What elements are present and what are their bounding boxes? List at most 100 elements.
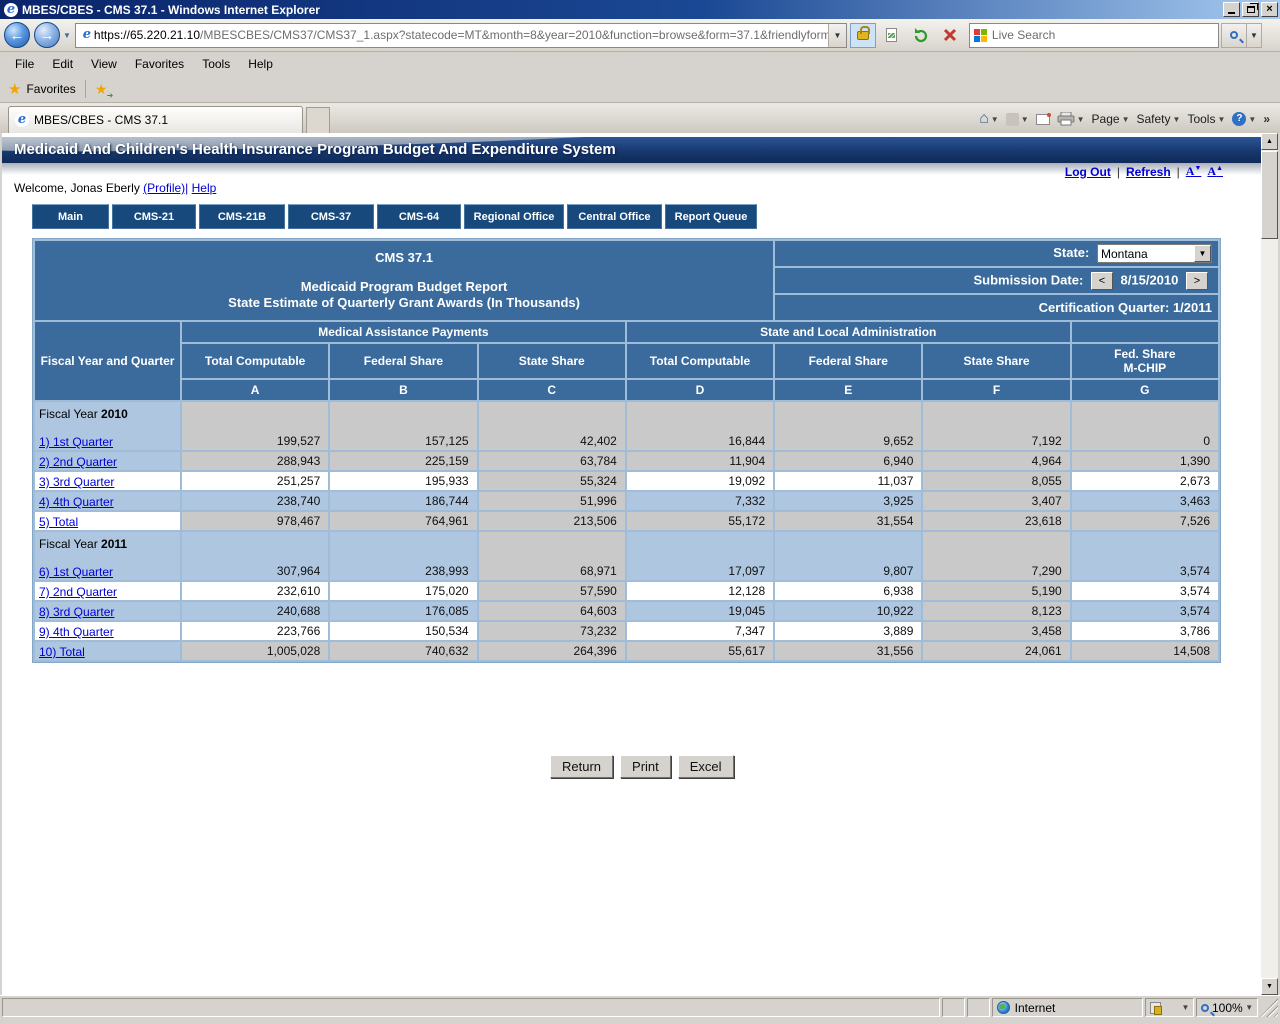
value-cell: 23,618 <box>923 512 1069 530</box>
excel-button[interactable]: Excel <box>678 755 734 778</box>
quarter-link[interactable]: 8) 3rd Quarter <box>39 605 114 619</box>
value-cell: 8,055 <box>923 472 1069 490</box>
value-cell: 55,172 <box>627 512 773 530</box>
quarter-link[interactable]: 6) 1st Quarter <box>39 565 113 579</box>
table-row: 7) 2nd Quarter232,610175,02057,59012,128… <box>35 582 1218 600</box>
help-button[interactable]: ?▼ <box>1232 112 1256 126</box>
home-button[interactable]: ⌂▼ <box>979 110 999 128</box>
page-menu-button[interactable]: Page▼ <box>1092 112 1130 126</box>
value-cell: 11,904 <box>627 452 773 470</box>
new-tab-stub[interactable] <box>306 107 330 133</box>
submission-next-button[interactable]: > <box>1186 272 1208 290</box>
scroll-up-button[interactable]: ▲ <box>1261 133 1278 150</box>
compatibility-view-button[interactable] <box>879 23 905 48</box>
quarter-link[interactable]: 9) 4th Quarter <box>39 625 114 639</box>
tab-active[interactable]: e MBES/CBES - CMS 37.1 <box>8 106 303 133</box>
welcome-text: Welcome, Jonas Eberly <box>14 181 143 195</box>
menu-tools[interactable]: Tools <box>193 54 239 74</box>
submission-prev-button[interactable]: < <box>1091 272 1113 290</box>
col-header: Federal Share <box>775 344 921 378</box>
tools-menu-button[interactable]: Tools▼ <box>1187 112 1225 126</box>
quarter-link[interactable]: 7) 2nd Quarter <box>39 585 117 599</box>
menu-edit[interactable]: Edit <box>43 54 82 74</box>
col-letter: D <box>627 380 773 400</box>
more-commands-chevron[interactable]: » <box>1263 112 1270 126</box>
forward-button[interactable]: → <box>34 22 60 48</box>
submission-date-value: 8/15/2010 <box>1121 272 1179 287</box>
quarter-link[interactable]: 2) 2nd Quarter <box>39 455 117 469</box>
search-input[interactable]: Live Search <box>969 23 1219 48</box>
tab-title: MBES/CBES - CMS 37.1 <box>34 113 168 127</box>
row-label-cell: 7) 2nd Quarter <box>35 582 180 600</box>
state-select[interactable]: Montana ▼ <box>1097 244 1212 263</box>
nav-tab-report-queue[interactable]: Report Queue <box>665 204 757 229</box>
value-cell: 57,590 <box>479 582 625 600</box>
restore-button[interactable] <box>1242 2 1259 17</box>
value-cell: 3,574 <box>1072 602 1218 620</box>
col-letter: C <box>479 380 625 400</box>
report-title-block: CMS 37.1 Medicaid Program Budget Report … <box>35 241 773 320</box>
return-button[interactable]: Return <box>550 755 613 778</box>
quarter-link[interactable]: 1) 1st Quarter <box>39 435 113 449</box>
profile-link[interactable]: (Profile)| <box>143 181 188 195</box>
value-cell: 264,396 <box>479 642 625 660</box>
print-button[interactable]: ▼ <box>1057 112 1085 126</box>
quarter-link[interactable]: 4) 4th Quarter <box>39 495 114 509</box>
close-button[interactable]: × <box>1261 2 1278 17</box>
search-options-dropdown[interactable]: ▼ <box>1247 23 1262 48</box>
welcome-line: Welcome, Jonas Eberly (Profile)| Help <box>14 181 216 195</box>
logout-link[interactable]: Log Out <box>1065 165 1111 179</box>
nav-tab-cms-64[interactable]: CMS-64 <box>377 204 461 229</box>
nav-tab-central-office[interactable]: Central Office <box>567 204 662 229</box>
resize-grip[interactable] <box>1260 998 1278 1017</box>
stop-button[interactable] <box>937 23 963 48</box>
command-bar: ⌂▼ ▼ ▼ Page▼ Safety▼ Tools▼ ?▼ » <box>979 106 1270 132</box>
nav-tab-cms-21[interactable]: CMS-21 <box>112 204 196 229</box>
favorites-button[interactable]: Favorites <box>26 82 75 96</box>
back-button[interactable]: ← <box>4 22 30 48</box>
chevron-down-icon[interactable]: ▼ <box>1194 245 1211 262</box>
protected-mode-control[interactable]: ▼ <box>1145 998 1195 1017</box>
refresh-button[interactable] <box>908 23 934 48</box>
quarter-link[interactable]: 5) Total <box>39 515 78 529</box>
col-header: Total Computable <box>627 344 773 378</box>
nav-tab-cms-37[interactable]: CMS-37 <box>288 204 374 229</box>
history-dropdown-icon[interactable]: ▼ <box>63 31 71 40</box>
help-link[interactable]: Help <box>192 181 217 195</box>
zoom-level: 100% <box>1212 1001 1243 1015</box>
font-larger-button[interactable]: A▲ <box>1207 164 1223 179</box>
value-cell: 7,347 <box>627 622 773 640</box>
minimize-button[interactable] <box>1223 2 1240 17</box>
subcolumn-header-row: Total Computable Federal Share State Sha… <box>35 344 1218 378</box>
search-button[interactable] <box>1221 23 1247 48</box>
refresh-link[interactable]: Refresh <box>1126 165 1171 179</box>
value-cell: 1,005,028 <box>182 642 328 660</box>
nav-tab-regional-office[interactable]: Regional Office <box>464 204 564 229</box>
menu-view[interactable]: View <box>82 54 126 74</box>
scroll-down-button[interactable]: ▼ <box>1261 978 1278 995</box>
feeds-button[interactable]: ▼ <box>1006 113 1029 126</box>
menu-file[interactable]: File <box>6 54 43 74</box>
value-cell: 199,527 <box>182 402 328 450</box>
add-favorite-button[interactable]: ★ <box>95 81 108 98</box>
scrollbar-thumb[interactable] <box>1261 151 1278 239</box>
quarter-link[interactable]: 10) Total <box>39 645 85 659</box>
menu-help[interactable]: Help <box>239 54 282 74</box>
read-mail-button[interactable] <box>1036 114 1050 125</box>
url-field[interactable]: e https://65.220.21.10/MBESCBES/CMS37/CM… <box>75 23 847 48</box>
nav-tab-cms-21b[interactable]: CMS-21B <box>199 204 285 229</box>
window-title: MBES/CBES - CMS 37.1 - Windows Internet … <box>22 3 1221 17</box>
zoom-control[interactable]: 100% ▼ <box>1196 998 1258 1017</box>
safety-menu-button[interactable]: Safety▼ <box>1137 112 1181 126</box>
font-smaller-button[interactable]: A▼ <box>1186 164 1202 179</box>
menu-favorites[interactable]: Favorites <box>126 54 193 74</box>
report-title-row: CMS 37.1 Medicaid Program Budget Report … <box>35 241 1218 266</box>
col-header: Fed. Share M-CHIP <box>1072 344 1218 378</box>
nav-tab-main[interactable]: Main <box>32 204 109 229</box>
vertical-scrollbar[interactable]: ▲ ▼ <box>1261 133 1278 995</box>
value-cell: 6,938 <box>775 582 921 600</box>
print-report-button[interactable]: Print <box>620 755 671 778</box>
quarter-link[interactable]: 3) 3rd Quarter <box>39 475 114 489</box>
security-lock-button[interactable] <box>850 23 876 48</box>
url-dropdown-button[interactable]: ▼ <box>828 24 846 47</box>
